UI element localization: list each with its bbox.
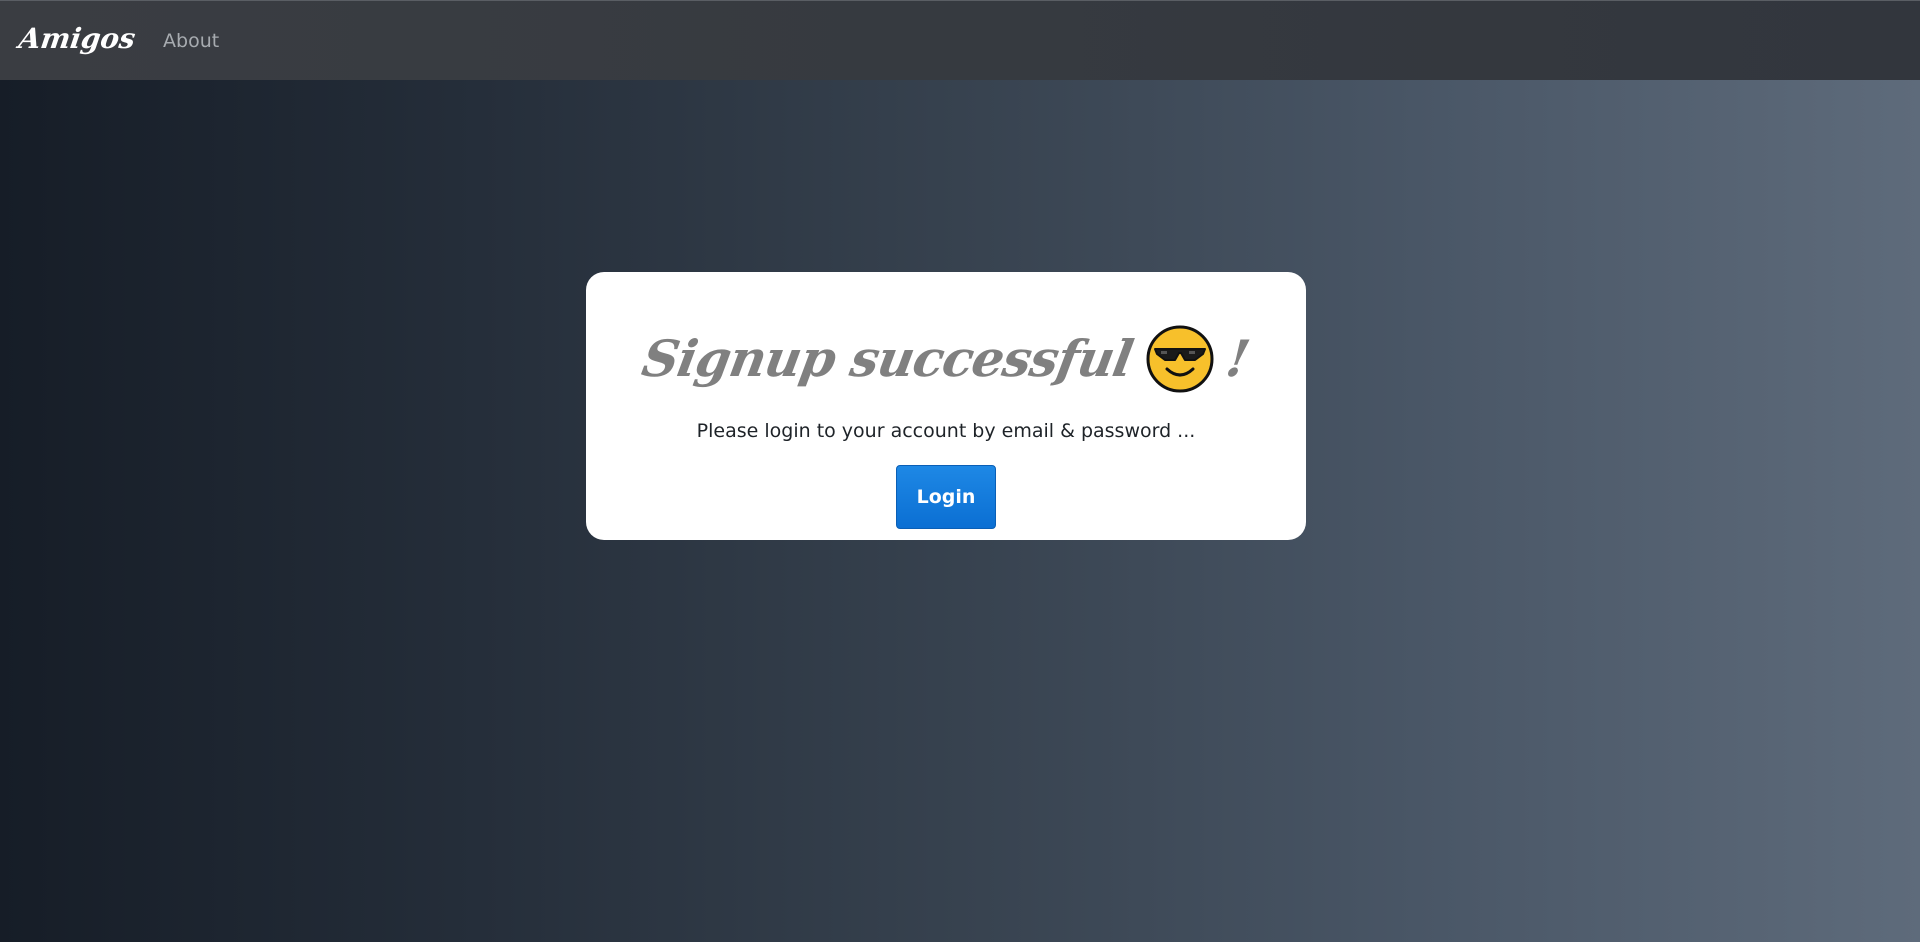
smiling-face-with-sunglasses-icon — [1145, 324, 1215, 394]
signup-success-card: Signup successful ! Please login to your… — [586, 272, 1306, 540]
title-exclamation: ! — [1222, 329, 1255, 388]
title-row: Signup successful ! — [586, 324, 1306, 394]
login-button[interactable]: Login — [896, 465, 996, 529]
page-title: Signup successful — [637, 329, 1137, 388]
navbar: Amigos About — [0, 0, 1920, 80]
brand-logo[interactable]: Amigos — [17, 22, 138, 55]
nav-link-about[interactable]: About — [163, 30, 219, 52]
login-instruction-text: Please login to your account by email & … — [696, 420, 1196, 442]
